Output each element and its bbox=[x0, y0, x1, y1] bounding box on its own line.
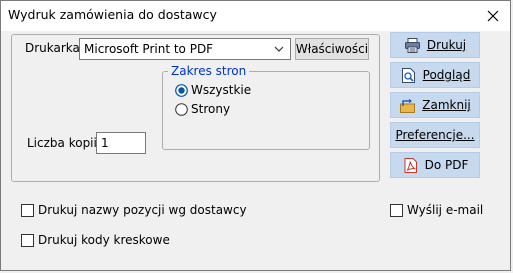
close-button[interactable]: Zamknij bbox=[390, 92, 480, 118]
radio-all-pages-label: Wszystkie bbox=[191, 83, 252, 97]
print-barcodes-checkbox[interactable] bbox=[21, 234, 34, 247]
close-icon bbox=[487, 10, 499, 22]
printer-icon bbox=[404, 37, 420, 53]
page-range-legend: Zakres stron bbox=[168, 64, 250, 78]
close-button-label: Zamknij bbox=[422, 98, 471, 112]
title-bar: Wydruk zamówienia do dostawcy bbox=[1, 1, 510, 31]
export-pdf-button-label: Do PDF bbox=[424, 158, 469, 172]
preferences-button[interactable]: Preferencje... bbox=[390, 122, 480, 148]
window-title: Wydruk zamówienia do dostawcy bbox=[8, 7, 217, 22]
print-barcodes-label: Drukuj kody kreskowe bbox=[38, 233, 170, 247]
export-pdf-button[interactable]: Do PDF bbox=[390, 152, 480, 178]
printer-properties-label: Właściwości bbox=[295, 42, 369, 56]
print-button-label: Drukuj bbox=[426, 38, 467, 52]
exit-icon bbox=[400, 98, 416, 113]
preview-button-label: Podgląd bbox=[422, 68, 471, 82]
radio-page-range[interactable] bbox=[175, 103, 188, 116]
print-supplier-names-label: Drukuj nazwy pozycji wg dostawcy bbox=[38, 203, 247, 217]
send-email-checkbox[interactable] bbox=[390, 204, 403, 217]
copies-value: 1 bbox=[101, 136, 109, 150]
preferences-button-label: Preferencje... bbox=[395, 128, 475, 142]
printer-selected-value: Microsoft Print to PDF bbox=[84, 42, 214, 56]
preview-icon bbox=[401, 67, 415, 83]
print-supplier-names-checkbox[interactable] bbox=[21, 204, 34, 217]
chevron-down-icon bbox=[274, 46, 284, 52]
copies-label: Liczba kopii: bbox=[27, 136, 101, 150]
send-email-label: Wyślij e-mail bbox=[407, 203, 484, 217]
print-button[interactable]: Drukuj bbox=[390, 32, 480, 58]
printer-label: Drukarka: bbox=[25, 41, 84, 55]
printer-select[interactable]: Microsoft Print to PDF bbox=[79, 38, 291, 60]
pdf-icon bbox=[404, 157, 417, 173]
copies-input[interactable]: 1 bbox=[96, 132, 146, 154]
radio-page-range-label: Strony bbox=[191, 102, 231, 116]
radio-all-pages[interactable] bbox=[175, 84, 188, 97]
close-window-button[interactable] bbox=[476, 1, 510, 31]
print-order-dialog: Wydruk zamówienia do dostawcy Drukarka: … bbox=[0, 0, 511, 271]
preview-button[interactable]: Podgląd bbox=[390, 62, 480, 88]
printer-properties-button[interactable]: Właściwości bbox=[295, 38, 369, 60]
